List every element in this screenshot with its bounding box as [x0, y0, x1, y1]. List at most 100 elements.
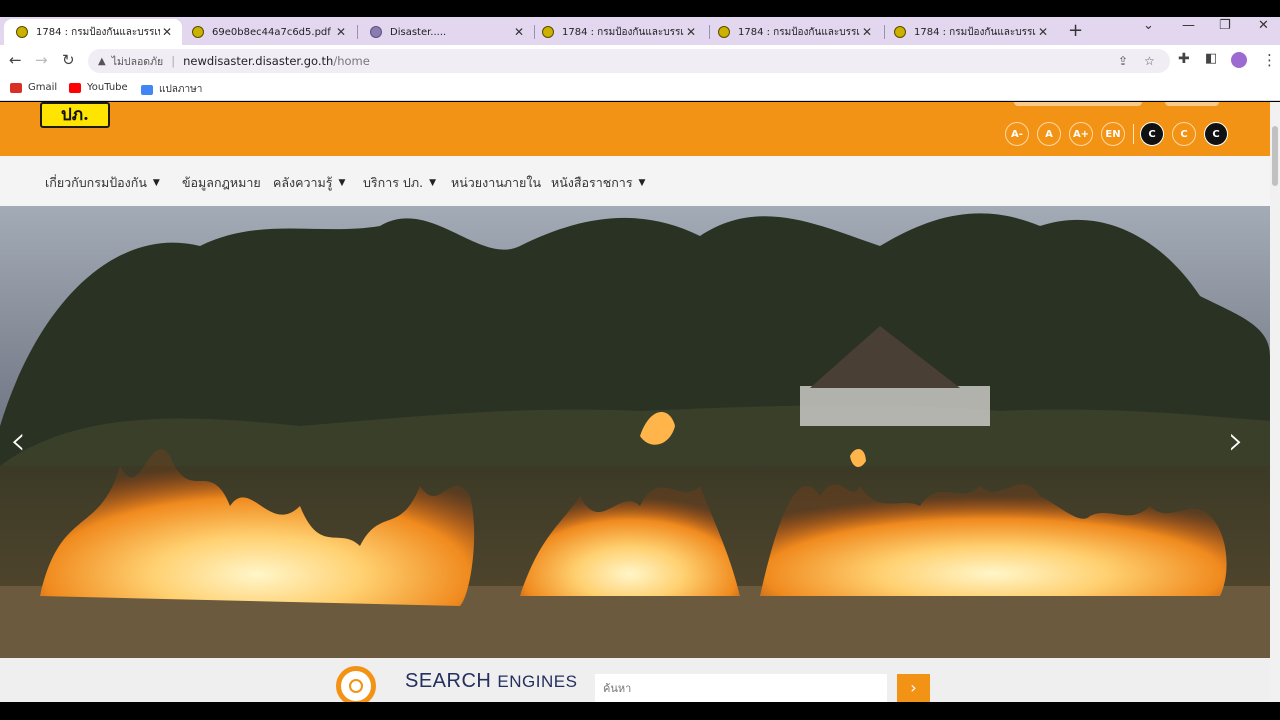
site-favicon-icon [718, 26, 730, 38]
carousel-prev-icon[interactable]: ‹ [10, 418, 26, 464]
translate-icon [141, 84, 153, 95]
restore-icon[interactable]: ❐ [1219, 18, 1231, 33]
tab-disaster[interactable]: Disaster..... ✕ [358, 19, 534, 45]
contrast-yellow-button[interactable]: C [1204, 122, 1228, 146]
nav-documents[interactable]: หนังสือราชการ ▼ [551, 173, 645, 193]
warning-triangle-icon[interactable]: ▲ [98, 56, 106, 67]
tab-dpm-4[interactable]: 1784 : กรมป้องกันและบรรเทาสา ✕ [882, 19, 1058, 45]
security-label[interactable]: ไม่ปลอดภัย [112, 53, 164, 70]
tab-strip: 1784 : กรมป้องกันและบรรเทาสา ✕ 69e0b8ec4… [0, 17, 1280, 45]
caret-down-icon: ▼ [338, 178, 346, 188]
search-input[interactable] [595, 674, 887, 702]
contrast-dark-button[interactable]: C [1140, 122, 1164, 146]
header-ghost-button[interactable] [1014, 102, 1142, 106]
tab-close-icon[interactable]: ✕ [860, 25, 874, 39]
page-scrollbar[interactable] [1270, 102, 1280, 702]
nav-law[interactable]: ข้อมูลกฎหมาย [182, 173, 261, 193]
star-icon[interactable]: ☆ [1144, 54, 1155, 68]
search-section: SEARCH ENGINES › [0, 658, 1270, 702]
nav-internal[interactable]: หน่วยงานภายใน [451, 173, 541, 193]
site-header: ปภ. A- A A+ EN C C C [0, 102, 1270, 156]
language-en-button[interactable]: EN [1101, 122, 1125, 146]
minimize-icon[interactable]: — [1182, 18, 1195, 33]
caret-down-icon: ▼ [152, 178, 160, 188]
url-path: /home [333, 54, 370, 68]
nav-label: ข้อมูลกฎหมาย [182, 175, 261, 190]
bookmark-youtube[interactable]: YouTube [69, 82, 128, 93]
tab-close-icon[interactable]: ✕ [512, 25, 526, 39]
caret-down-icon: ▼ [429, 178, 436, 188]
bookmark-label: YouTube [87, 82, 128, 93]
nav-knowledge[interactable]: คลังความรู้ ▼ [273, 173, 345, 193]
caret-down-icon: ▼ [638, 178, 646, 188]
bookmark-label: Gmail [28, 82, 58, 93]
reload-icon[interactable]: ↻ [62, 51, 75, 69]
profile-avatar[interactable] [1231, 52, 1247, 68]
tab-title: 1784 : กรมป้องกันและบรรเทาสา [738, 26, 860, 38]
site-favicon-icon [370, 26, 382, 38]
tab-close-icon[interactable]: ✕ [334, 25, 348, 39]
search-title: SEARCH ENGINES [405, 670, 577, 693]
wildfire-banner-image [0, 206, 1270, 658]
contrast-normal-button[interactable]: C [1172, 122, 1196, 146]
address-bar[interactable]: ▲ ไม่ปลอดภัย | newdisaster.disaster.go.t… [88, 49, 1170, 73]
nav-label: เกี่ยวกับกรมป้องกัน [45, 175, 147, 190]
browser-window: 1784 : กรมป้องกันและบรรเทาสา ✕ 69e0b8ec4… [0, 0, 1280, 720]
scrollbar-thumb[interactable] [1272, 126, 1278, 186]
site-logo[interactable]: ปภ. [40, 102, 110, 128]
url-separator: | [171, 54, 176, 68]
tab-close-icon[interactable]: ✕ [160, 25, 174, 39]
tab-dpm-2[interactable]: 1784 : กรมป้องกันและบรรเทาสา ✕ [530, 19, 706, 45]
site-favicon-icon [894, 26, 906, 38]
new-tab-button[interactable]: + [1068, 20, 1083, 41]
header-divider [1133, 124, 1134, 144]
site-favicon-icon [192, 26, 204, 38]
tab-search-chevron-icon[interactable]: ⌄ [1143, 18, 1154, 33]
search-logo-inner [349, 679, 363, 693]
tab-active[interactable]: 1784 : กรมป้องกันและบรรเทาสา ✕ [4, 19, 182, 45]
tab-title: 1784 : กรมป้องกันและบรรเทาสา [914, 26, 1036, 38]
tab-title: Disaster..... [390, 26, 447, 38]
share-icon[interactable]: ⇪ [1118, 54, 1128, 68]
bookmarks-bar: Gmail YouTube แปลภาษา [0, 77, 1280, 101]
font-normal-button[interactable]: A [1037, 122, 1061, 146]
nav-label: หน่วยงานภายใน [451, 175, 542, 190]
window-close-icon[interactable]: ✕ [1258, 18, 1269, 33]
tab-close-icon[interactable]: ✕ [684, 25, 698, 39]
tab-dpm-3[interactable]: 1784 : กรมป้องกันและบรรเทาสา ✕ [706, 19, 882, 45]
browser-toolbar: ← → ↻ ▲ ไม่ปลอดภัย | newdisaster.disaste… [0, 45, 1280, 77]
search-title-small: ENGINES [497, 672, 578, 691]
site-favicon-icon [542, 26, 554, 38]
search-logo-icon [336, 666, 376, 702]
nav-label: หนังสือราชการ [551, 175, 633, 190]
tab-pdf[interactable]: 69e0b8ec44a7c6d5.pdf ✕ [180, 19, 356, 45]
extensions-puzzle-icon[interactable]: ✚ [1178, 51, 1190, 67]
search-submit-button[interactable]: › [897, 674, 930, 702]
tab-close-icon[interactable]: ✕ [1036, 25, 1050, 39]
nav-label: บริการ ปภ. [363, 175, 424, 190]
site-favicon-icon [16, 26, 28, 38]
tab-title: 1784 : กรมป้องกันและบรรเทาสา [36, 26, 160, 38]
site-nav: เกี่ยวกับกรมป้องกัน ▼ ข้อมูลกฎหมาย คลังคว… [0, 156, 1270, 206]
side-panel-icon[interactable]: ◧ [1205, 51, 1217, 66]
nav-about[interactable]: เกี่ยวกับกรมป้องกัน ▼ [45, 173, 160, 193]
carousel-next-icon[interactable]: › [1228, 418, 1244, 464]
nav-services[interactable]: บริการ ปภ. ▼ [363, 173, 436, 193]
back-arrow-icon[interactable]: ← [9, 51, 22, 69]
nav-label: คลังความรู้ [273, 175, 333, 190]
font-decrease-button[interactable]: A- [1005, 122, 1029, 146]
font-increase-button[interactable]: A+ [1069, 122, 1093, 146]
gmail-icon [10, 82, 22, 93]
page-viewport: ปภ. A- A A+ EN C C C เกี่ยวกับกรมป้องกัน… [0, 102, 1270, 702]
url-host: newdisaster.disaster.go.th [183, 54, 334, 68]
bookmark-translate[interactable]: แปลภาษา [141, 82, 202, 97]
search-title-big: SEARCH [405, 670, 492, 692]
youtube-icon [69, 82, 81, 93]
tab-title: 69e0b8ec44a7c6d5.pdf [212, 26, 331, 38]
forward-arrow-icon[interactable]: → [35, 51, 48, 69]
bookmark-label: แปลภาษา [159, 84, 203, 95]
header-ghost-button[interactable] [1165, 102, 1219, 106]
menu-kebab-icon[interactable]: ⋮ [1262, 51, 1277, 69]
hero-carousel[interactable]: ‹ › [0, 206, 1270, 658]
bookmark-gmail[interactable]: Gmail [10, 82, 57, 93]
